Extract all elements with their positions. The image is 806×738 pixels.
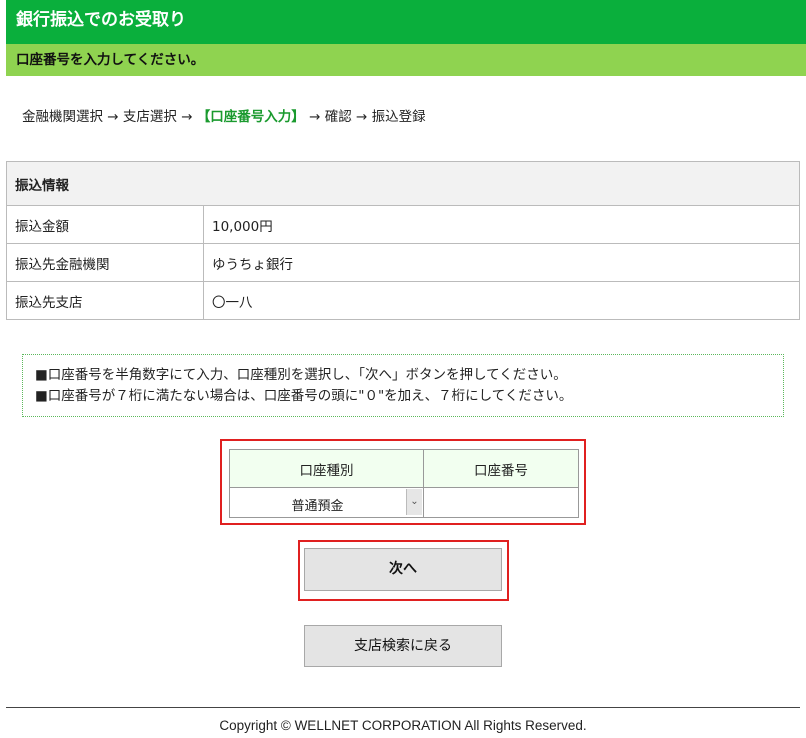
notice-line: ■口座番号が７桁に満たない場合は、口座番号の頭に"０"を加え、７桁にしてください… xyxy=(35,388,573,404)
account-number-header: 口座番号 xyxy=(423,449,579,488)
step-account-input-current: 【口座番号入力】 xyxy=(196,109,305,125)
step-breadcrumb: 金融機関選択 → 支店選択 → 【口座番号入力】 → 確認 → 振込登録 xyxy=(22,107,426,127)
branch-value: 〇一八 xyxy=(203,281,800,320)
instruction-bar: 口座番号を入力してください。 xyxy=(6,44,806,76)
table-row: 振込先金融機関 ゆうちょ銀行 xyxy=(6,243,800,282)
transfer-info-table: 振込情報 振込金額 10,000円 振込先金融機関 ゆうちょ銀行 振込先支店 〇… xyxy=(6,161,800,320)
step-arrow: → xyxy=(309,109,321,125)
account-type-select[interactable]: 普通預金 ⌄ xyxy=(229,487,424,518)
next-button[interactable]: 次へ xyxy=(304,548,502,591)
table-row: 振込金額 10,000円 xyxy=(6,205,800,244)
step-register: 振込登録 xyxy=(371,109,426,125)
account-number-cell xyxy=(423,487,579,518)
page-header: 銀行振込でのお受取り xyxy=(6,0,806,44)
step-arrow: → xyxy=(356,109,368,125)
bank-label: 振込先金融機関 xyxy=(6,243,204,282)
step-bank-select: 金融機関選択 xyxy=(22,109,103,125)
step-branch-select: 支店選択 xyxy=(122,109,177,125)
footer-copyright: Copyright © WELLNET CORPORATION All Righ… xyxy=(219,718,587,733)
page-title: 銀行振込でのお受取り xyxy=(16,10,186,30)
account-number-input[interactable] xyxy=(424,488,578,517)
chevron-down-icon[interactable]: ⌄ xyxy=(406,489,422,515)
notice-line: ■口座番号を半角数字にて入力、口座種別を選択し、「次へ」ボタンを押してください。 xyxy=(35,367,567,383)
footer-divider xyxy=(6,707,800,708)
step-confirm: 確認 xyxy=(324,109,352,125)
step-arrow: → xyxy=(107,109,119,125)
instruction-text: 口座番号を入力してください。 xyxy=(16,52,205,68)
branch-label: 振込先支店 xyxy=(6,281,204,320)
back-to-branch-search-button[interactable]: 支店検索に戻る xyxy=(304,625,502,667)
transfer-amount-label: 振込金額 xyxy=(6,205,204,244)
account-type-selected: 普通預金 xyxy=(291,499,344,514)
account-form-highlight: 口座種別 口座番号 普通預金 ⌄ xyxy=(220,439,586,525)
table-row: 振込先支店 〇一八 xyxy=(6,281,800,320)
step-arrow: → xyxy=(181,109,193,125)
account-form-table: 口座種別 口座番号 普通預金 ⌄ xyxy=(229,449,579,518)
account-type-header: 口座種別 xyxy=(229,449,424,488)
transfer-amount-value: 10,000円 xyxy=(203,205,800,244)
transfer-info-title: 振込情報 xyxy=(6,161,800,206)
bank-value: ゆうちょ銀行 xyxy=(203,243,800,282)
instruction-notice: ■口座番号を半角数字にて入力、口座種別を選択し、「次へ」ボタンを押してください。… xyxy=(22,354,784,417)
